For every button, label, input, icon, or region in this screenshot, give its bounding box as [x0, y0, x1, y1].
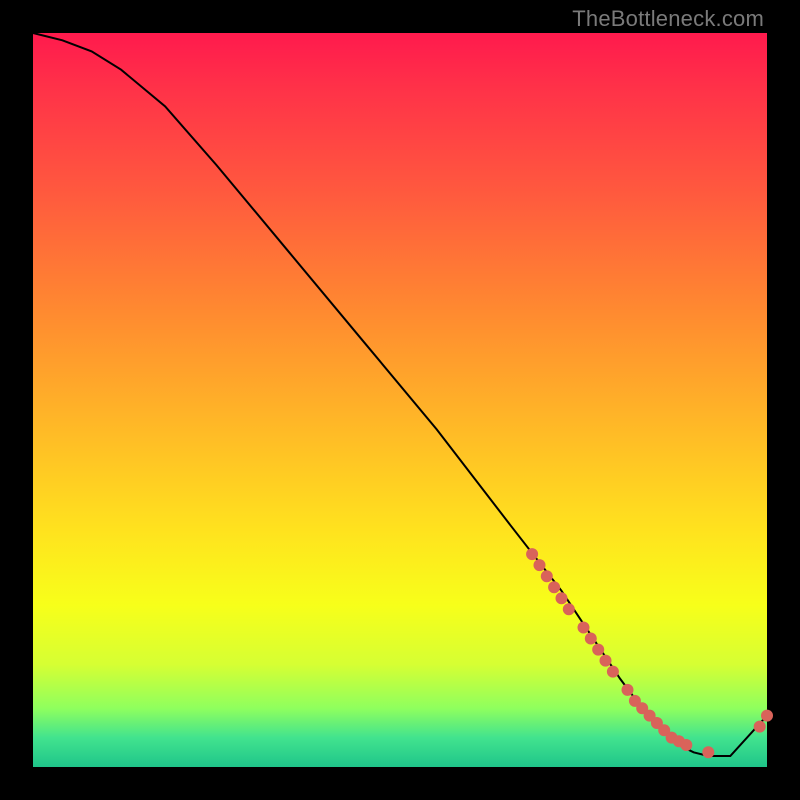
data-point [556, 592, 568, 604]
data-point [680, 739, 692, 751]
data-point [754, 721, 766, 733]
curve-svg [33, 33, 767, 767]
data-point [534, 559, 546, 571]
data-markers [526, 548, 773, 758]
data-point [600, 655, 612, 667]
data-point [563, 603, 575, 615]
data-point [607, 666, 619, 678]
data-point [622, 684, 634, 696]
data-point [761, 710, 773, 722]
data-point [592, 644, 604, 656]
plot-area [33, 33, 767, 767]
data-point [702, 746, 714, 758]
data-point [526, 548, 538, 560]
bottleneck-curve [33, 33, 767, 756]
data-point [541, 570, 553, 582]
watermark-text: TheBottleneck.com [572, 6, 764, 32]
chart-frame: TheBottleneck.com [0, 0, 800, 800]
data-point [585, 633, 597, 645]
data-point [548, 581, 560, 593]
data-point [578, 622, 590, 634]
